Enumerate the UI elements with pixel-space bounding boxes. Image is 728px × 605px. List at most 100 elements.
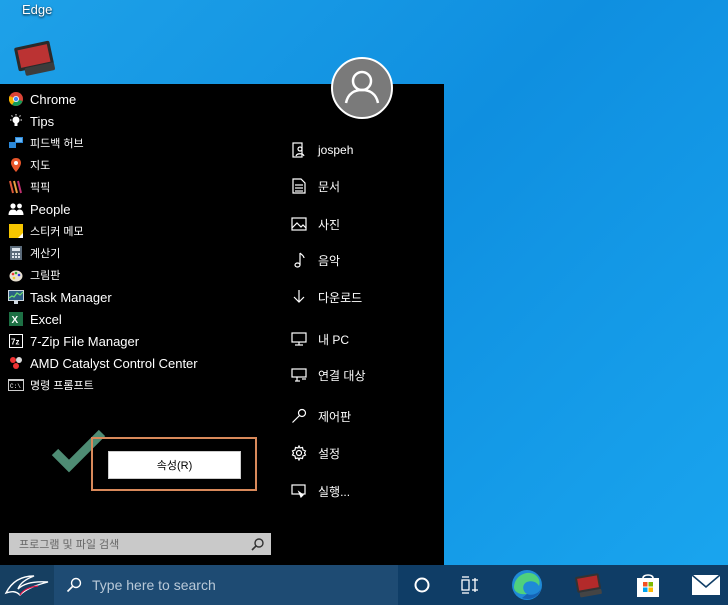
app-item-people[interactable]: People bbox=[0, 198, 250, 220]
app-label: 명령 프롬프트 bbox=[30, 380, 94, 392]
place-label: 연결 대상 bbox=[318, 368, 366, 383]
properties-button[interactable]: 속성(R) bbox=[108, 451, 241, 479]
place-pictures[interactable]: 사진 bbox=[290, 215, 340, 233]
taskbar: Type here to search bbox=[0, 565, 728, 605]
sticky-notes-icon bbox=[8, 223, 24, 239]
place-label: 문서 bbox=[318, 179, 341, 194]
app-label: Task Manager bbox=[30, 289, 112, 305]
app-item-command-prompt[interactable]: C:\ 명령 프롬프트 bbox=[0, 374, 250, 396]
place-documents[interactable]: 문서 bbox=[290, 177, 340, 195]
app-label: People bbox=[30, 201, 71, 217]
program-search-input[interactable]: 프로그램 및 파일 검색 bbox=[9, 533, 271, 555]
task-manager-icon bbox=[8, 289, 24, 305]
start-button[interactable] bbox=[0, 565, 54, 605]
settings-gear-icon bbox=[290, 444, 308, 462]
document-icon bbox=[290, 177, 308, 195]
place-this-pc[interactable]: 내 PC bbox=[290, 330, 349, 348]
place-settings[interactable]: 설정 bbox=[290, 444, 340, 462]
store-icon bbox=[637, 574, 659, 597]
user-icon bbox=[344, 70, 380, 104]
app-label: 픽픽 bbox=[30, 182, 51, 194]
computer-icon bbox=[290, 330, 308, 348]
command-prompt-icon: C:\ bbox=[8, 377, 24, 393]
app-item-maps[interactable]: 지도 bbox=[0, 154, 250, 176]
program-search-placeholder: 프로그램 및 파일 검색 bbox=[19, 539, 120, 551]
run-icon bbox=[290, 482, 308, 500]
calculator-icon bbox=[8, 245, 24, 261]
place-label: 내 PC bbox=[318, 332, 350, 347]
picpick-icon bbox=[8, 179, 24, 195]
taskbar-search-placeholder: Type here to search bbox=[92, 577, 216, 593]
edge-icon bbox=[512, 570, 542, 600]
app-item-chrome[interactable]: Chrome bbox=[0, 88, 250, 110]
task-view-button[interactable] bbox=[446, 565, 494, 605]
app-label: 그림판 bbox=[30, 270, 61, 282]
app-label: 지도 bbox=[30, 160, 51, 172]
app-item-calculator[interactable]: 계산기 bbox=[0, 242, 250, 264]
place-connect-to[interactable]: 연결 대상 bbox=[290, 366, 366, 384]
place-label: 다운로드 bbox=[318, 290, 363, 305]
mail-icon bbox=[691, 574, 721, 595]
place-user-folder[interactable]: jospeh bbox=[290, 141, 353, 159]
place-run[interactable]: 실행... bbox=[290, 482, 350, 500]
app-item-task-manager[interactable]: Task Manager bbox=[0, 286, 250, 308]
user-avatar[interactable] bbox=[331, 57, 393, 119]
svg-text:C:\: C:\ bbox=[10, 383, 21, 390]
place-label: 음악 bbox=[318, 253, 341, 268]
rog-app-icon bbox=[575, 573, 602, 598]
app-item-7zip[interactable]: 7z 7-Zip File Manager bbox=[0, 330, 250, 352]
app-label: 계산기 bbox=[30, 248, 61, 260]
rog-app-button[interactable] bbox=[564, 565, 612, 605]
taskbar-search-input[interactable]: Type here to search bbox=[54, 565, 398, 605]
place-downloads[interactable]: 다운로드 bbox=[290, 288, 362, 306]
music-icon bbox=[290, 251, 308, 269]
people-icon bbox=[8, 201, 24, 217]
search-icon bbox=[251, 538, 264, 551]
app-item-picpick[interactable]: 픽픽 bbox=[0, 176, 250, 198]
amd-catalyst-icon bbox=[8, 355, 24, 371]
place-label: 실행... bbox=[318, 484, 351, 499]
connect-icon bbox=[290, 366, 308, 384]
place-label: 사진 bbox=[318, 217, 341, 232]
app-item-feedback-hub[interactable]: 피드백 허브 bbox=[0, 132, 250, 154]
app-label: Tips bbox=[30, 113, 55, 129]
user-folder-icon bbox=[290, 141, 308, 159]
app-item-sticky-notes[interactable]: 스티커 메모 bbox=[0, 220, 250, 242]
app-item-paint[interactable]: 그림판 bbox=[0, 264, 250, 286]
lightbulb-icon bbox=[8, 113, 24, 129]
svg-text:X: X bbox=[12, 315, 19, 326]
place-label: jospeh bbox=[318, 143, 354, 157]
place-label: 제어판 bbox=[318, 409, 352, 424]
app-label: 7-Zip File Manager bbox=[30, 333, 140, 349]
app-label: AMD Catalyst Control Center bbox=[30, 355, 198, 371]
desktop-edge-label[interactable]: Edge bbox=[22, 2, 52, 17]
app-label: 스티커 메모 bbox=[30, 226, 84, 238]
cortana-button[interactable] bbox=[398, 565, 446, 605]
cortana-icon bbox=[414, 577, 430, 593]
map-pin-icon bbox=[8, 157, 24, 173]
rog-logo-icon bbox=[4, 575, 49, 596]
download-icon bbox=[290, 288, 308, 306]
store-button[interactable] bbox=[624, 565, 672, 605]
app-label: Chrome bbox=[30, 91, 77, 107]
excel-icon: X bbox=[8, 311, 24, 327]
rog-desktop-icon[interactable] bbox=[14, 40, 58, 80]
pictures-icon bbox=[290, 215, 308, 233]
app-list: Chrome Tips 피드백 허브 지도 픽픽 People 스티커 메모 계… bbox=[0, 88, 250, 396]
app-label: Excel bbox=[30, 311, 62, 327]
search-icon bbox=[66, 577, 82, 593]
place-music[interactable]: 음악 bbox=[290, 251, 340, 269]
app-item-excel[interactable]: X Excel bbox=[0, 308, 250, 330]
chrome-icon bbox=[8, 91, 24, 107]
paint-icon bbox=[8, 267, 24, 283]
control-panel-icon bbox=[290, 407, 308, 425]
feedback-hub-icon bbox=[8, 135, 24, 151]
edge-taskbar-button[interactable] bbox=[503, 565, 551, 605]
place-control-panel[interactable]: 제어판 bbox=[290, 407, 351, 425]
app-item-tips[interactable]: Tips bbox=[0, 110, 250, 132]
place-label: 설정 bbox=[318, 446, 341, 461]
app-item-amd-catalyst[interactable]: AMD Catalyst Control Center bbox=[0, 352, 250, 374]
app-label: 피드백 허브 bbox=[30, 138, 84, 150]
mail-button[interactable] bbox=[684, 565, 728, 605]
7zip-icon: 7z bbox=[8, 333, 24, 349]
